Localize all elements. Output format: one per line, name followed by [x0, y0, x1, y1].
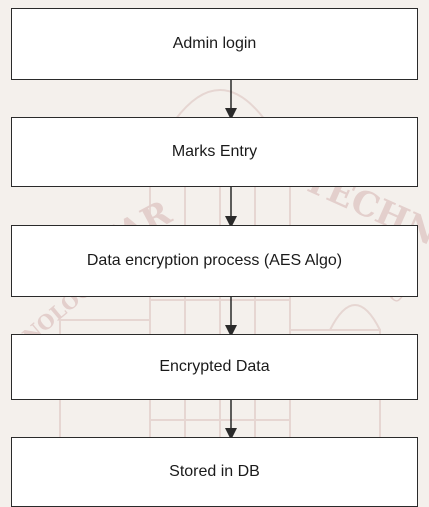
step-encrypted-data: Encrypted Data: [11, 334, 418, 400]
step-stored-in-db: Stored in DB: [11, 437, 418, 507]
step-label: Data encryption process (AES Algo): [86, 252, 343, 269]
step-label: Stored in DB: [169, 463, 260, 480]
step-label: Marks Entry: [171, 143, 258, 160]
step-label: Admin login: [172, 35, 257, 52]
step-marks-entry: Marks Entry: [11, 117, 418, 187]
step-label: Encrypted Data: [159, 358, 270, 375]
step-data-encryption: Data encryption process (AES Algo): [11, 225, 418, 297]
step-admin-login: Admin login: [11, 8, 418, 80]
